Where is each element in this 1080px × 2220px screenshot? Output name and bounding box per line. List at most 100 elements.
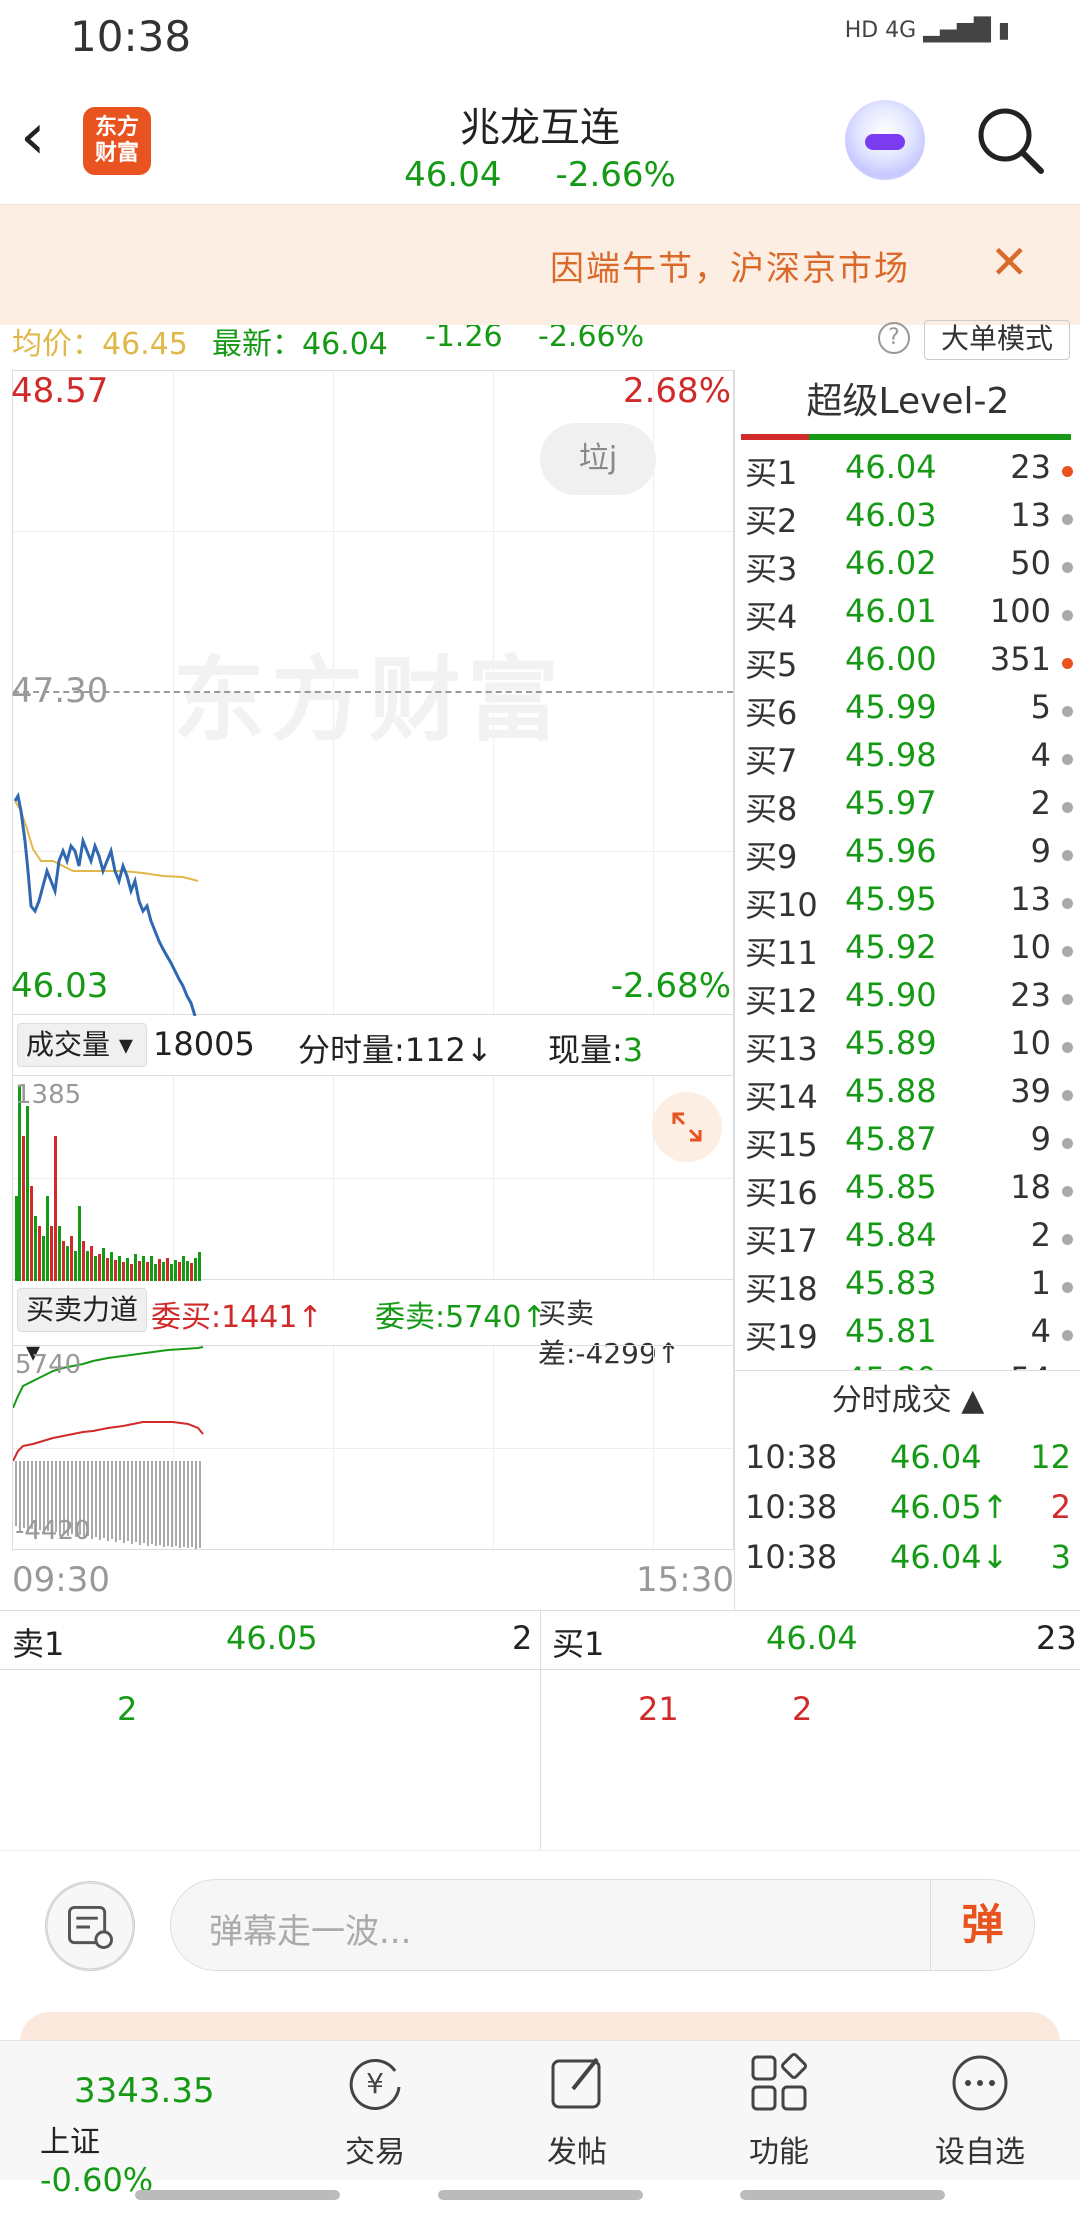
buy1-price: 46.04 [766, 1619, 858, 1657]
bid-price: 45.88 [845, 1072, 937, 1110]
index-line: 上证 -0.60% [40, 2117, 240, 2199]
holiday-banner: 因端午节，沪深京市场 ✕ [0, 205, 1080, 325]
buy-queue-item: 21 [638, 1690, 679, 1728]
order-dot-icon [1062, 610, 1073, 621]
bid-level: 买9 [745, 838, 798, 876]
svg-text:¥: ¥ [366, 2067, 384, 2100]
bid-row[interactable]: 买19 45.81 4 [745, 1312, 1080, 1360]
bid-row[interactable]: 买20 45.80 54 [745, 1360, 1080, 1370]
ask-amount: 委卖:5740↑ [375, 1300, 547, 1335]
bid-row[interactable]: 买9 45.96 9 [745, 832, 1080, 880]
close-icon[interactable]: ✕ [990, 235, 1029, 289]
bid-row[interactable]: 买8 45.97 2 [745, 784, 1080, 832]
time-end: 15:30 [636, 1560, 734, 1600]
bid-volume: 13 [1010, 880, 1051, 918]
bid-level: 买5 [745, 646, 798, 684]
edit-icon [551, 2057, 601, 2109]
help-icon[interactable]: ? [878, 322, 910, 354]
bid-level: 买19 [745, 1318, 818, 1356]
bid-price: 45.84 [845, 1216, 937, 1254]
danmu-settings-icon[interactable] [45, 1881, 135, 1971]
bid-level: 买8 [745, 790, 798, 828]
bid-row[interactable]: 买12 45.90 23 [745, 976, 1080, 1024]
tab-functions[interactable]: 功能 [699, 2051, 859, 2171]
order-dot-icon [1062, 1090, 1073, 1101]
big-order-mode-button[interactable]: 大单模式 [924, 320, 1070, 360]
bid-row[interactable]: 买10 45.95 13 [745, 880, 1080, 928]
bid-price: 45.83 [845, 1264, 937, 1302]
buy1-label: 买1 [552, 1625, 605, 1663]
bid-price: 45.98 [845, 736, 937, 774]
chart-high-pct: 2.68% [622, 371, 731, 411]
bid-row[interactable]: 买4 46.01 100 [745, 592, 1080, 640]
bid-volume: 13 [1010, 496, 1051, 534]
danmu-input[interactable]: 弹幕走一波... 弹 [170, 1879, 1035, 1971]
bid-row[interactable]: 买17 45.84 2 [745, 1216, 1080, 1264]
status-bar: 10:38 HD 4G ▂▄▆█ ▮ [0, 0, 1080, 75]
tab-watchlist[interactable]: 设自选 [900, 2051, 1060, 2171]
bid-row[interactable]: 买14 45.88 39 [745, 1072, 1080, 1120]
order-dot-icon [1062, 1138, 1073, 1149]
order-dot-icon [1062, 1186, 1073, 1197]
latest-price: 最新：46.04 [212, 327, 388, 357]
bid-level: 买10 [745, 886, 818, 924]
buysell-select[interactable]: 买卖力道 ▾ [17, 1288, 147, 1368]
price-info-bar: 均价：46.45 最新：46.04 -1.26 -2.66% [0, 325, 1080, 357]
time-axis: 09:30 15:30 [12, 1550, 734, 1610]
current-volume-value: 3 [622, 1031, 644, 1069]
tick-price: 46.05↑ [890, 1488, 1009, 1526]
robot-assistant-icon[interactable] [845, 100, 925, 180]
bid-price: 46.02 [845, 544, 937, 582]
bid-level: 买20 [745, 1360, 818, 1370]
volume-select[interactable]: 成交量 ▾ [17, 1023, 147, 1067]
buysell-bottom: -4420 [15, 1516, 91, 1546]
bid-row[interactable]: 买1 46.04 23 [745, 448, 1080, 496]
bid-row[interactable]: 买5 46.00 351 [745, 640, 1080, 688]
bid-price: 46.03 [845, 496, 937, 534]
bid-price: 45.90 [845, 976, 937, 1014]
bid-row[interactable]: 买2 46.03 13 [745, 496, 1080, 544]
bid-row[interactable]: 买15 45.87 9 [745, 1120, 1080, 1168]
sell-queue-item: 2 [117, 1690, 138, 1728]
time-start: 09:30 [12, 1560, 110, 1600]
search-icon[interactable] [975, 105, 1045, 175]
bid-row[interactable]: 买13 45.89 10 [745, 1024, 1080, 1072]
stock-price: 46.04 [404, 155, 502, 195]
nav-gesture-bar [740, 2190, 945, 2200]
trash-bubble[interactable]: 垃j [540, 423, 656, 495]
bid-level: 买16 [745, 1174, 818, 1212]
buysell-chart: 5740 -4420 [12, 1345, 734, 1551]
bid-row[interactable]: 买16 45.85 18 [745, 1168, 1080, 1216]
tick-volume: 12 [1030, 1438, 1071, 1476]
sell1-volume: 2 [512, 1619, 533, 1657]
tab-watchlist-label: 设自选 [935, 2135, 1025, 2170]
index-quote[interactable]: 3343.35 上证 -0.60% [40, 2051, 240, 2199]
order-dot-icon [1062, 802, 1073, 813]
bid-volume: 9 [1030, 832, 1051, 870]
more-icon [952, 2055, 1008, 2111]
fenshi-trades-toggle[interactable]: 分时成交 ▲ [735, 1370, 1080, 1430]
bid-price: 46.00 [845, 640, 937, 678]
bid-level: 买4 [745, 598, 798, 636]
bid-level: 买18 [745, 1270, 818, 1308]
price-change-pct: -2.66% [538, 325, 645, 354]
bid-row[interactable]: 买18 45.83 1 [745, 1264, 1080, 1312]
bid-volume: 1 [1030, 1264, 1051, 1302]
chart-low: 46.03 [11, 966, 109, 1006]
level2-title[interactable]: 超级Level-2 [735, 370, 1080, 434]
danmu-placeholder: 弹幕走一波... [209, 1912, 412, 1952]
expand-icon[interactable] [652, 1092, 722, 1162]
order-dot-icon [1062, 850, 1073, 861]
tab-trade[interactable]: ¥ 交易 [295, 2051, 455, 2171]
bid-row[interactable]: 买6 45.99 5 [745, 688, 1080, 736]
tab-post[interactable]: 发帖 [497, 2051, 657, 2171]
bid-row[interactable]: 买3 46.02 50 [745, 544, 1080, 592]
fenshi-volume: 分时量:112↓ [298, 1031, 493, 1069]
bid-row[interactable]: 买11 45.92 10 [745, 928, 1080, 976]
tick-volume: 2 [1050, 1488, 1071, 1526]
bid-level: 买14 [745, 1078, 818, 1116]
bid-price: 45.87 [845, 1120, 937, 1158]
bid-row[interactable]: 买7 45.98 4 [745, 736, 1080, 784]
danmu-send-button[interactable]: 弹 [930, 1880, 1034, 1970]
tick-price: 46.04↓ [890, 1538, 1009, 1576]
